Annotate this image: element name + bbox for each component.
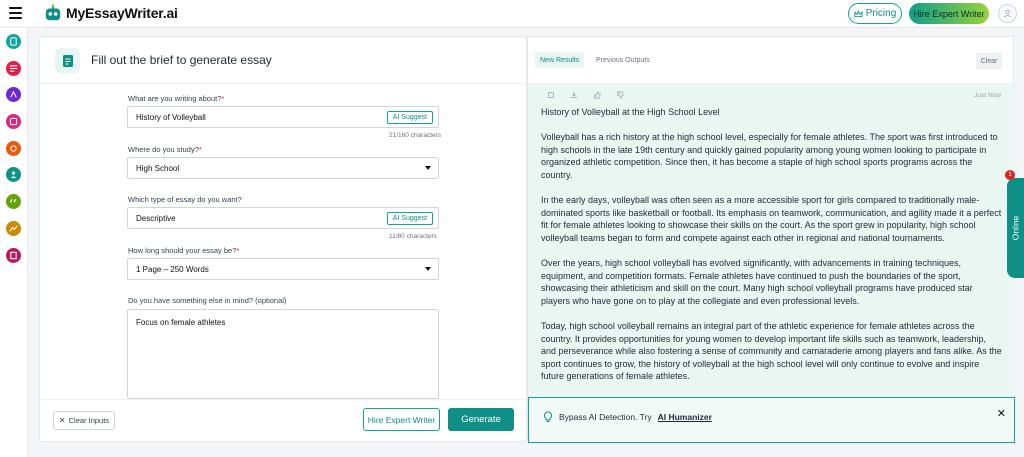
thumbs-down-icon[interactable]: [615, 90, 625, 100]
sidebar-item-image[interactable]: [6, 114, 21, 129]
sidebar-item-book[interactable]: [6, 248, 21, 263]
length-label: How long should your essay be?*: [128, 246, 240, 255]
essay-title: History of Volleyball at the High School…: [541, 107, 720, 117]
close-icon: ✕: [58, 416, 66, 425]
hire-writer-top-button[interactable]: Hire Expert Writer: [909, 3, 989, 24]
thumbs-up-icon[interactable]: [592, 90, 602, 100]
ai-humanizer-link[interactable]: AI Humanizer: [658, 412, 712, 422]
user-avatar[interactable]: [998, 4, 1017, 23]
sidebar-item-text[interactable]: [6, 61, 21, 76]
chevron-down-icon: [425, 267, 431, 271]
document-icon: [55, 48, 80, 73]
clear-inputs-label: Clear Inputs: [68, 416, 110, 425]
type-counter: 11/80 characters: [389, 233, 437, 240]
chevron-down-icon: [425, 166, 431, 170]
menu-icon[interactable]: [9, 7, 22, 19]
type-label: Which type of essay do you want?: [128, 195, 242, 204]
essay-paragraph: Volleyball has a rich history at the hig…: [541, 132, 998, 180]
results-tabs: New Results Previous Outputs Clear: [528, 37, 1015, 84]
user-icon: [1003, 9, 1012, 18]
sidebar-item-quote[interactable]: [6, 194, 21, 209]
topic-ai-suggest-button[interactable]: AI Suggest: [386, 111, 433, 124]
chart-icon: [9, 225, 18, 232]
generate-button[interactable]: Generate: [448, 408, 514, 431]
essay-paragraph: Over the years, high school volleyball h…: [541, 258, 973, 306]
result-content: Just Now History of Volleyball at the Hi…: [528, 84, 1015, 397]
online-chat-tab[interactable]: Online: [1007, 178, 1024, 278]
results-panel: New Results Previous Outputs Clear Just …: [527, 36, 1015, 443]
essay-paragraph: In the early days, volleyball was often …: [541, 195, 1002, 243]
pricing-button[interactable]: Pricing: [848, 3, 902, 24]
essay-text: History of Volleyball at the High School…: [541, 106, 1003, 396]
brief-title: Fill out the brief to generate essay: [91, 53, 272, 67]
online-label: Online: [1010, 215, 1021, 241]
sidebar-item-person[interactable]: [6, 167, 21, 182]
quote-icon: [10, 199, 17, 203]
hire-writer-button[interactable]: Hire Expert Writer: [363, 408, 440, 431]
crown-icon: [854, 9, 863, 17]
bypass-content: Bypass AI Detection. Try AI Humanizer: [543, 411, 712, 423]
result-actions: [546, 90, 625, 100]
type-ai-suggest-button[interactable]: AI Suggest: [386, 212, 433, 225]
study-label: Where do you study?*: [128, 145, 202, 154]
topic-value: History of Volleyball: [136, 112, 206, 122]
top-bar: MyEssayWriter.ai Pricing Hire Expert Wri…: [0, 0, 1024, 28]
image-tool-icon: [9, 117, 18, 126]
lightbulb-icon: [543, 411, 553, 422]
sidebar-item-network[interactable]: [6, 141, 21, 156]
ai-writer-icon: [10, 90, 17, 98]
topic-label: What are you writing about?*: [128, 94, 225, 103]
study-value: High School: [136, 163, 180, 173]
tab-previous-outputs[interactable]: Previous Outputs: [591, 52, 655, 68]
extra-textarea[interactable]: Focus on female athletes: [127, 309, 439, 399]
length-value: 1 Page – 250 Words: [136, 264, 209, 274]
sidebar-item-essay[interactable]: [6, 34, 21, 49]
tools-sidebar: [0, 28, 28, 457]
type-input[interactable]: Descriptive AI Suggest: [127, 207, 439, 229]
download-icon[interactable]: [569, 90, 579, 100]
close-icon[interactable]: ✕: [997, 407, 1006, 420]
type-value: Descriptive: [136, 213, 176, 223]
sidebar-item-ai[interactable]: [6, 87, 21, 102]
study-select[interactable]: High School: [127, 157, 439, 179]
robot-logo-icon: [45, 4, 61, 21]
copy-icon[interactable]: [546, 90, 556, 100]
length-select[interactable]: 1 Page – 250 Words: [127, 258, 439, 280]
tab-new-results[interactable]: New Results: [535, 52, 585, 68]
brief-footer: ✕ Clear Inputs Hire Expert Writer Genera…: [40, 399, 528, 443]
extra-value: Focus on female athletes: [136, 318, 226, 327]
brief-panel: Fill out the brief to generate essay Wha…: [39, 36, 528, 443]
extra-label: Do you have something else in mind? (opt…: [128, 296, 287, 305]
text-lines-icon: [9, 65, 18, 72]
topic-counter: 21/160 characters: [389, 132, 442, 139]
notification-badge: 1: [1005, 170, 1015, 180]
bypass-text: Bypass AI Detection. Try: [559, 412, 652, 422]
sidebar-item-chart[interactable]: [6, 221, 21, 236]
result-timestamp: Just Now: [974, 92, 1001, 99]
brief-header: Fill out the brief to generate essay: [40, 37, 528, 84]
doc-tool-icon: [10, 37, 17, 46]
book-icon: [10, 251, 17, 260]
brand-name: MyEssayWriter.ai: [66, 5, 178, 21]
pricing-label: Pricing: [865, 8, 897, 19]
bypass-banner: Bypass AI Detection. Try AI Humanizer ✕: [528, 397, 1015, 443]
brand-logo[interactable]: MyEssayWriter.ai: [44, 4, 178, 22]
clear-inputs-button[interactable]: ✕ Clear Inputs: [53, 411, 115, 430]
topic-input[interactable]: History of Volleyball AI Suggest: [127, 106, 439, 128]
network-icon: [10, 145, 17, 152]
essay-paragraph: Today, high school volleyball remains an…: [541, 321, 1002, 382]
person-icon: [10, 171, 17, 179]
clear-results-button[interactable]: Clear: [976, 53, 1002, 69]
